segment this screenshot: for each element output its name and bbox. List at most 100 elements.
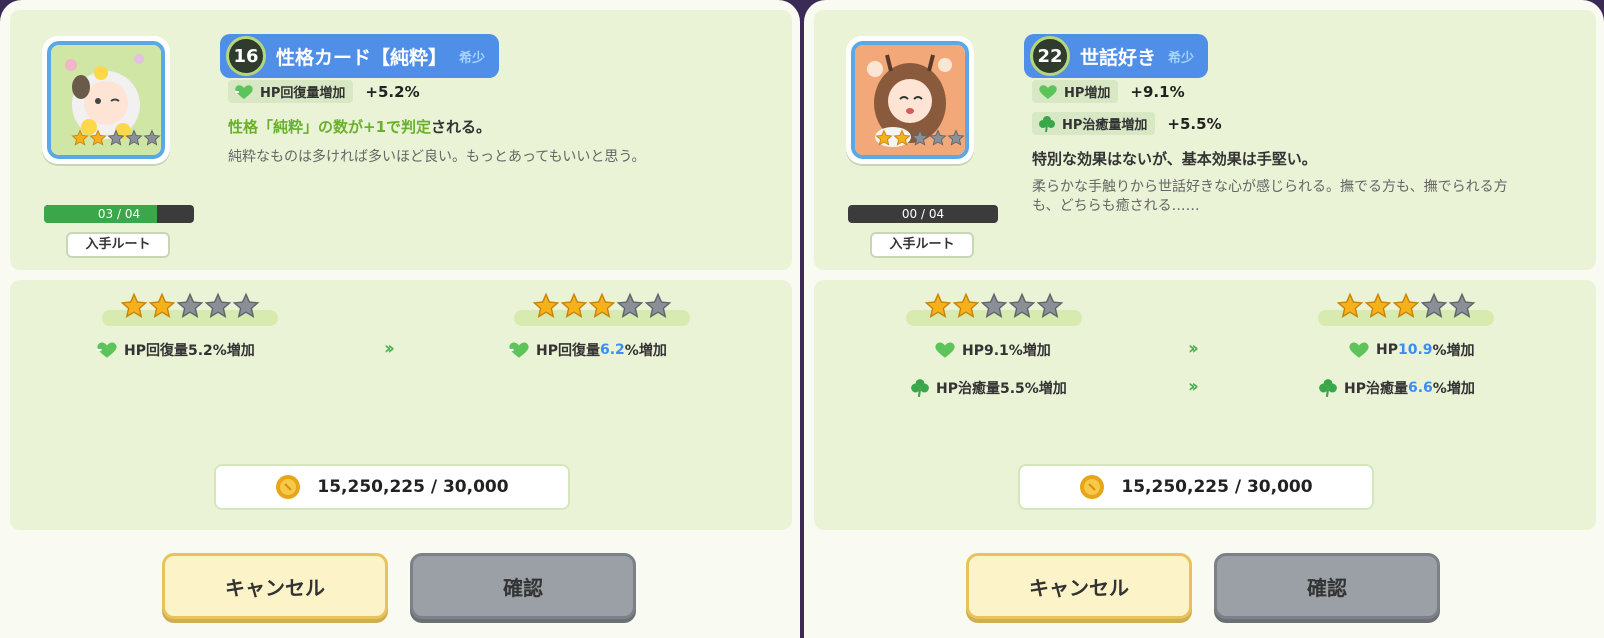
star-empty-icon bbox=[1036, 292, 1064, 318]
card-title: 世話好き bbox=[1080, 46, 1157, 69]
acquire-route-button[interactable]: 入手ルート bbox=[66, 232, 170, 258]
current-rank-stars bbox=[120, 292, 260, 320]
coin-icon bbox=[276, 475, 301, 499]
heart-icon bbox=[1038, 84, 1058, 100]
card-title-pill: 16 性格カード【純粋】 希少 bbox=[220, 34, 500, 78]
star-empty-icon bbox=[616, 292, 644, 318]
star-filled-icon bbox=[532, 292, 560, 318]
star-filled-icon bbox=[952, 292, 980, 318]
cancel-button[interactable]: キャンセル bbox=[966, 553, 1192, 619]
current-rank bbox=[906, 292, 1082, 326]
coin-cost-box: 15,250,225 / 30,000 bbox=[1018, 464, 1374, 510]
star-filled-icon bbox=[1336, 292, 1364, 318]
upgrade-from-line: HP9.1%増加 bbox=[934, 340, 1051, 360]
upgrade-to-value: 6.6 bbox=[1407, 380, 1433, 396]
star-empty-icon bbox=[232, 292, 260, 318]
level-badge: 22 bbox=[1030, 36, 1070, 76]
upgrade-from-line: HP回復量5.2%増加 bbox=[96, 340, 255, 360]
star-empty-icon bbox=[980, 292, 1008, 318]
cancel-button[interactable]: キャンセル bbox=[162, 553, 388, 619]
card-title-pill: 22 世話好き 希少 bbox=[1024, 34, 1209, 78]
star-filled-icon bbox=[1364, 292, 1392, 318]
clover-icon bbox=[1318, 378, 1338, 398]
heart-icon bbox=[934, 341, 956, 359]
card-description: 柔らかな手触りから世話好きな心が感じられる。撫でる方も、撫でられる方も、どちらも… bbox=[1032, 179, 1508, 214]
double-chevron-right-icon: ›› bbox=[1188, 376, 1199, 397]
card-rank-stars bbox=[71, 129, 161, 147]
progress-bar: 03 / 04 bbox=[44, 205, 194, 223]
double-chevron-right-icon: ›› bbox=[1188, 338, 1199, 359]
upgrade-from-line: HP治癒量5.5%増加 bbox=[910, 378, 1067, 398]
star-filled-icon bbox=[560, 292, 588, 318]
star-empty-icon bbox=[107, 129, 125, 146]
upgrade-box: HP9.1%増加 ›› HP 10.9 %増加 HP治癒量5.5%増加 ›› HP治… bbox=[814, 280, 1596, 530]
upgrade-box: HP回復量5.2%増加 ›› HP回復量 6.2 %増加 15,250,225 / … bbox=[10, 280, 792, 530]
star-empty-icon bbox=[1448, 292, 1476, 318]
star-empty-icon bbox=[204, 292, 232, 318]
card-title: 性格カード【純粋】 bbox=[276, 46, 448, 69]
star-empty-icon bbox=[911, 129, 929, 146]
stat-chip: HP治癒量増加 bbox=[1032, 112, 1156, 135]
coin-cost-box: 15,250,225 / 30,000 bbox=[214, 464, 570, 510]
stat-row: HP治癒量増加 +5.5% bbox=[1032, 112, 1222, 135]
heart-recover-icon bbox=[96, 341, 118, 359]
upgrade-from-text: HP回復量5.2%増加 bbox=[124, 343, 255, 359]
star-filled-icon bbox=[120, 292, 148, 318]
effect-rest: 特別な効果はないが、基本効果は手堅い。 bbox=[1032, 150, 1317, 168]
stat-chip: HP増加 bbox=[1032, 80, 1119, 103]
effect-highlight: 性格「純粋」の数が+1で判定 bbox=[228, 118, 432, 136]
upgrade-to-prefix: HP bbox=[1376, 342, 1398, 358]
stat-value: +9.1% bbox=[1130, 82, 1185, 101]
star-filled-icon bbox=[893, 129, 911, 146]
upgrade-to-line: HP治癒量 6.6 %増加 bbox=[1318, 378, 1475, 398]
star-empty-icon bbox=[929, 129, 947, 146]
upgrade-to-suffix: %増加 bbox=[624, 343, 667, 359]
confirm-button[interactable]: 確認 bbox=[410, 553, 636, 619]
card-panel-right: 00 / 04 入手ルート 22 世話好き 希少 HP増加 +9.1% HP治癒… bbox=[804, 0, 1604, 638]
upgrade-to-prefix: HP回復量 bbox=[536, 343, 600, 359]
progress-text: 00 / 04 bbox=[901, 207, 945, 221]
stat-chip: HP回復量増加 bbox=[228, 80, 354, 103]
upgrade-to-line: HP回復量 6.2 %増加 bbox=[508, 340, 667, 360]
card-portrait bbox=[42, 36, 170, 164]
star-empty-icon bbox=[125, 129, 143, 146]
upgrade-to-suffix: %増加 bbox=[1432, 343, 1475, 359]
upgrade-to-suffix: %増加 bbox=[1432, 381, 1475, 397]
card-portrait bbox=[846, 36, 974, 164]
stat-row: HP回復量増加 +5.2% bbox=[228, 80, 420, 103]
star-filled-icon bbox=[924, 292, 952, 318]
confirm-button[interactable]: 確認 bbox=[1214, 553, 1440, 619]
level-badge: 16 bbox=[226, 36, 266, 76]
card-info-box: 03 / 04 入手ルート 16 性格カード【純粋】 希少 HP回復量増加 +5… bbox=[10, 10, 792, 270]
stat-value: +5.2% bbox=[365, 82, 420, 101]
effect-rest: される。 bbox=[431, 118, 492, 136]
upgrade-to-value: 10.9 bbox=[1397, 342, 1433, 358]
heart-recover-icon bbox=[234, 84, 254, 100]
progress-text: 03 / 04 bbox=[97, 207, 141, 221]
stat-label: HP治癒量増加 bbox=[1062, 118, 1148, 133]
star-empty-icon bbox=[143, 129, 161, 146]
star-filled-icon bbox=[875, 129, 893, 146]
coin-amount: 15,250,225 / 30,000 bbox=[317, 477, 509, 497]
progress-bar: 00 / 04 bbox=[848, 205, 998, 223]
star-filled-icon bbox=[148, 292, 176, 318]
next-rank-stars bbox=[532, 292, 672, 320]
star-empty-icon bbox=[1420, 292, 1448, 318]
effect-text: 特別な効果はないが、基本効果は手堅い。 bbox=[1032, 148, 1317, 169]
next-rank bbox=[514, 292, 690, 326]
double-chevron-right-icon: ›› bbox=[384, 338, 395, 359]
coin-icon bbox=[1080, 475, 1105, 499]
rarity-label: 希少 bbox=[459, 50, 486, 66]
upgrade-to-prefix: HP治癒量 bbox=[1344, 381, 1408, 397]
star-filled-icon bbox=[588, 292, 616, 318]
card-panel-left: 03 / 04 入手ルート 16 性格カード【純粋】 希少 HP回復量増加 +5… bbox=[0, 0, 800, 638]
star-empty-icon bbox=[176, 292, 204, 318]
upgrade-to-value: 6.2 bbox=[599, 342, 625, 358]
heart-recover-icon bbox=[508, 341, 530, 359]
acquire-route-button[interactable]: 入手ルート bbox=[870, 232, 974, 258]
stat-value: +5.5% bbox=[1167, 114, 1222, 133]
upgrade-to-line: HP 10.9 %増加 bbox=[1348, 340, 1475, 360]
star-empty-icon bbox=[947, 129, 965, 146]
star-empty-icon bbox=[644, 292, 672, 318]
stat-label: HP増加 bbox=[1064, 86, 1111, 101]
